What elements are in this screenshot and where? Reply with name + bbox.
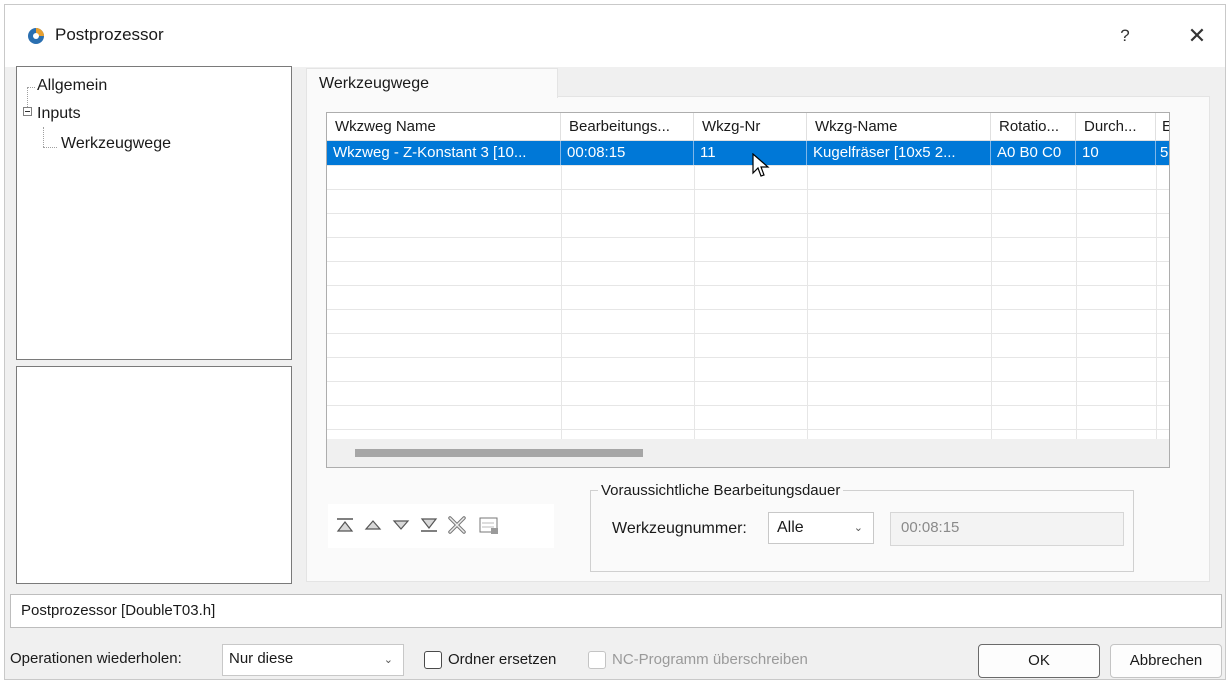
column-header[interactable]: Durch... bbox=[1076, 113, 1156, 140]
duration-group-title: Voraussichtliche Bearbeitungsdauer bbox=[598, 482, 844, 499]
preview-panel bbox=[16, 366, 292, 584]
cell-toolpath-name: Wkzweg - Z-Konstant 3 [10... bbox=[327, 141, 561, 165]
replace-folder-checkbox[interactable] bbox=[424, 651, 442, 669]
horizontal-scrollbar[interactable] bbox=[327, 439, 1169, 467]
table-row[interactable]: Wkzweg - Z-Konstant 3 [10... 00:08:15 11… bbox=[327, 141, 1169, 166]
help-button[interactable]: ? bbox=[1105, 19, 1145, 53]
dialog-title: Postprozessor bbox=[55, 25, 164, 44]
app-icon bbox=[28, 28, 44, 44]
cell-duration: 00:08:15 bbox=[561, 141, 694, 165]
scrollbar-thumb[interactable] bbox=[355, 449, 643, 457]
tree-item-werkzeugwege[interactable]: Werkzeugwege bbox=[61, 135, 171, 153]
grid-lines bbox=[561, 165, 1157, 439]
cell-tool-number: 11 bbox=[694, 141, 807, 165]
tree-item-inputs[interactable]: Inputs bbox=[37, 105, 81, 123]
tab-werkzeugwege[interactable]: Werkzeugwege bbox=[306, 68, 558, 98]
postprocessor-status: Postprozessor [DoubleT03.h] bbox=[10, 594, 1222, 628]
order-toolbar bbox=[328, 504, 554, 548]
tree-connector bbox=[27, 87, 28, 107]
move-down-icon[interactable] bbox=[390, 514, 412, 536]
cell-rotation: A0 B0 C0 bbox=[991, 141, 1076, 165]
cell-extra: 5 bbox=[1156, 141, 1169, 165]
collapse-icon[interactable] bbox=[23, 107, 32, 116]
column-header[interactable]: E bbox=[1156, 113, 1169, 140]
tree-item-allgemein[interactable]: Allgemein bbox=[37, 77, 107, 95]
column-header[interactable]: Wkzweg Name bbox=[327, 113, 561, 140]
column-header[interactable]: Wkzg-Name bbox=[807, 113, 991, 140]
replace-folder-label[interactable]: Ordner ersetzen bbox=[448, 651, 556, 668]
tree-connector bbox=[27, 87, 35, 88]
tool-number-value: Alle bbox=[777, 519, 804, 536]
repeat-operations-value: Nur diese bbox=[229, 650, 294, 667]
toolpath-grid[interactable]: Wkzweg Name Bearbeitungs... Wkzg-Nr Wkzg… bbox=[326, 112, 1170, 468]
column-header[interactable]: Wkzg-Nr bbox=[694, 113, 807, 140]
properties-icon[interactable] bbox=[478, 514, 500, 536]
tool-number-dropdown[interactable]: Alle ⌄ bbox=[768, 512, 874, 544]
cancel-button[interactable]: Abbrechen bbox=[1110, 644, 1222, 678]
mouse-cursor-icon bbox=[752, 153, 770, 177]
cell-diameter: 10 bbox=[1076, 141, 1156, 165]
column-header[interactable]: Rotatio... bbox=[991, 113, 1076, 140]
duration-field: 00:08:15 bbox=[890, 512, 1124, 546]
move-top-icon[interactable] bbox=[334, 514, 356, 536]
overwrite-nc-checkbox[interactable] bbox=[588, 651, 606, 669]
status-text: Postprozessor [DoubleT03.h] bbox=[21, 602, 216, 619]
duration-value: 00:08:15 bbox=[901, 519, 960, 536]
tab-label: Werkzeugwege bbox=[319, 75, 429, 92]
ok-button[interactable]: OK bbox=[978, 644, 1100, 678]
column-header[interactable]: Bearbeitungs... bbox=[561, 113, 694, 140]
tree-connector bbox=[43, 147, 57, 148]
move-up-icon[interactable] bbox=[362, 514, 384, 536]
repeat-operations-dropdown[interactable]: Nur diese ⌄ bbox=[222, 644, 404, 676]
move-bottom-icon[interactable] bbox=[418, 514, 440, 536]
title-bar: Postprozessor ? ✕ bbox=[5, 5, 1225, 67]
close-button[interactable]: ✕ bbox=[1177, 19, 1217, 53]
cell-tool-name: Kugelfräser [10x5 2... bbox=[807, 141, 991, 165]
delete-icon[interactable] bbox=[446, 514, 468, 536]
tree-connector bbox=[43, 127, 44, 147]
tool-number-label: Werkzeugnummer: bbox=[612, 520, 747, 537]
navigation-tree: Allgemein Inputs Werkzeugwege bbox=[16, 66, 292, 360]
repeat-operations-label: Operationen wiederholen: bbox=[10, 650, 182, 667]
chevron-down-icon: ⌄ bbox=[853, 522, 863, 534]
grid-header: Wkzweg Name Bearbeitungs... Wkzg-Nr Wkzg… bbox=[327, 113, 1169, 141]
overwrite-nc-label[interactable]: NC-Programm überschreiben bbox=[612, 651, 808, 668]
chevron-down-icon: ⌄ bbox=[383, 654, 393, 666]
